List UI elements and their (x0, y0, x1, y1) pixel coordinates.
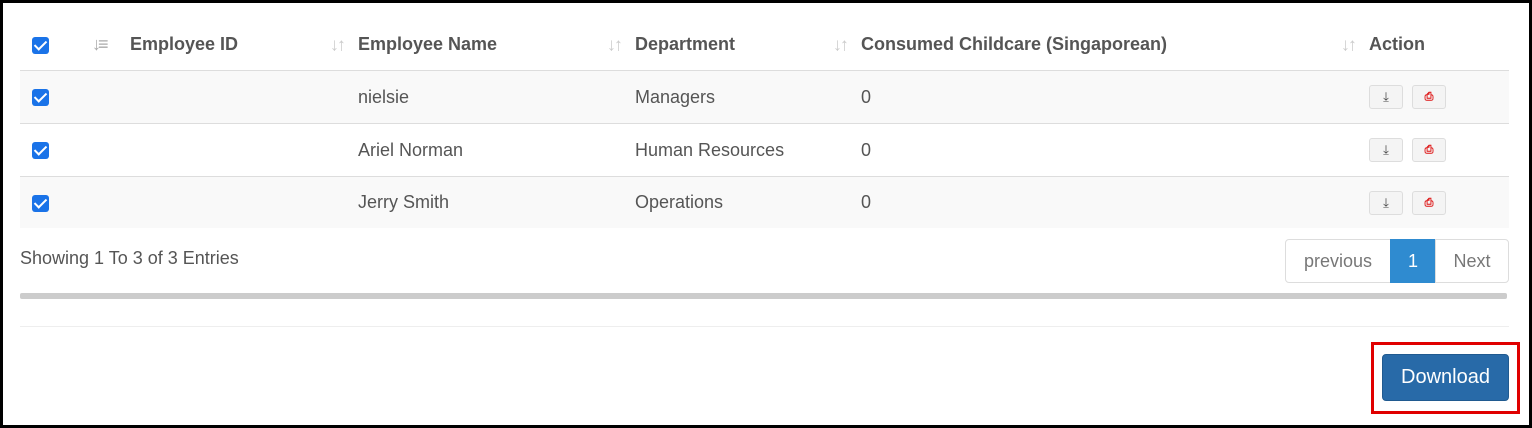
employee-table: ↓≡ Employee ID ↓↑ Employee Name ↓↑ Depar… (20, 19, 1509, 228)
employee-name-cell: Ariel Norman (358, 123, 635, 177)
row-select-cell[interactable] (20, 176, 82, 228)
table-row: Ariel Norman Human Resources 0 ⤓ ⎙ (20, 123, 1509, 177)
department-cell: Managers (635, 70, 861, 124)
row-spacer-cell (82, 123, 130, 177)
header-consumed-label: Consumed Childcare (Singaporean) (861, 34, 1168, 54)
header-department-label: Department (635, 34, 736, 54)
department-cell: Human Resources (635, 123, 861, 177)
header-action-label: Action (1369, 34, 1425, 54)
pdf-file-icon[interactable]: ⎙ (1412, 85, 1446, 109)
download-icon[interactable]: ⤓ (1369, 138, 1403, 162)
pdf-file-icon[interactable]: ⎙ (1412, 138, 1446, 162)
sort-amount-icon[interactable]: ↓≡ (92, 34, 108, 55)
header-employee-name[interactable]: Employee Name ↓↑ (358, 19, 635, 71)
employee-id-cell (130, 70, 358, 124)
download-icon[interactable]: ⤓ (1369, 190, 1403, 215)
row-sort-header[interactable]: ↓≡ (82, 19, 130, 71)
employee-id-cell (130, 176, 358, 228)
row-checkbox-icon[interactable] (32, 142, 49, 160)
download-button[interactable]: Download (1382, 354, 1509, 401)
header-employee-id-label: Employee ID (130, 34, 239, 54)
consumed-cell: 0 (861, 123, 1369, 177)
employee-id-cell (130, 123, 358, 177)
sort-icon[interactable]: ↓↑ (330, 34, 346, 55)
divider (20, 326, 1509, 327)
row-select-cell[interactable] (20, 123, 82, 177)
header-employee-name-label: Employee Name (358, 34, 498, 54)
row-select-cell[interactable] (20, 70, 82, 124)
sort-icon[interactable]: ↓↑ (607, 34, 623, 55)
row-checkbox-icon[interactable] (32, 89, 49, 107)
sort-icon[interactable]: ↓↑ (1341, 34, 1357, 55)
pagination-previous[interactable]: previous (1285, 239, 1391, 283)
consumed-cell: 0 (861, 70, 1369, 124)
action-cell: ⤓ ⎙ (1369, 70, 1509, 124)
employee-name-cell: Jerry Smith (358, 176, 635, 228)
table-row: Jerry Smith Operations 0 ⤓ ⎙ (20, 176, 1509, 228)
row-checkbox-icon[interactable] (32, 194, 49, 212)
pagination-next[interactable]: Next (1435, 239, 1509, 283)
action-cell: ⤓ ⎙ (1369, 123, 1509, 177)
header-action: Action (1369, 19, 1509, 71)
action-cell: ⤓ ⎙ (1369, 176, 1509, 228)
table-info: Showing 1 To 3 of 3 Entries (20, 248, 239, 268)
row-spacer-cell (82, 70, 130, 124)
department-cell: Operations (635, 176, 861, 228)
pagination: previous 1 Next (1285, 239, 1509, 283)
employee-name-cell: nielsie (358, 70, 635, 124)
header-consumed[interactable]: Consumed Childcare (Singaporean) ↓↑ (861, 19, 1369, 71)
table-header-row: ↓≡ Employee ID ↓↑ Employee Name ↓↑ Depar… (20, 19, 1509, 71)
select-all-header[interactable] (20, 19, 82, 71)
header-department[interactable]: Department ↓↑ (635, 19, 861, 71)
table-row: nielsie Managers 0 ⤓ ⎙ (20, 70, 1509, 124)
select-all-checkbox-icon[interactable] (32, 36, 49, 54)
download-icon[interactable]: ⤓ (1369, 85, 1403, 109)
row-spacer-cell (82, 176, 130, 228)
horizontal-scrollbar[interactable] (20, 293, 1507, 299)
pagination-page-current[interactable]: 1 (1390, 239, 1436, 283)
header-employee-id[interactable]: Employee ID ↓↑ (130, 19, 358, 71)
consumed-cell: 0 (861, 176, 1369, 228)
pdf-file-icon[interactable]: ⎙ (1412, 190, 1446, 215)
sort-icon[interactable]: ↓↑ (833, 34, 849, 55)
